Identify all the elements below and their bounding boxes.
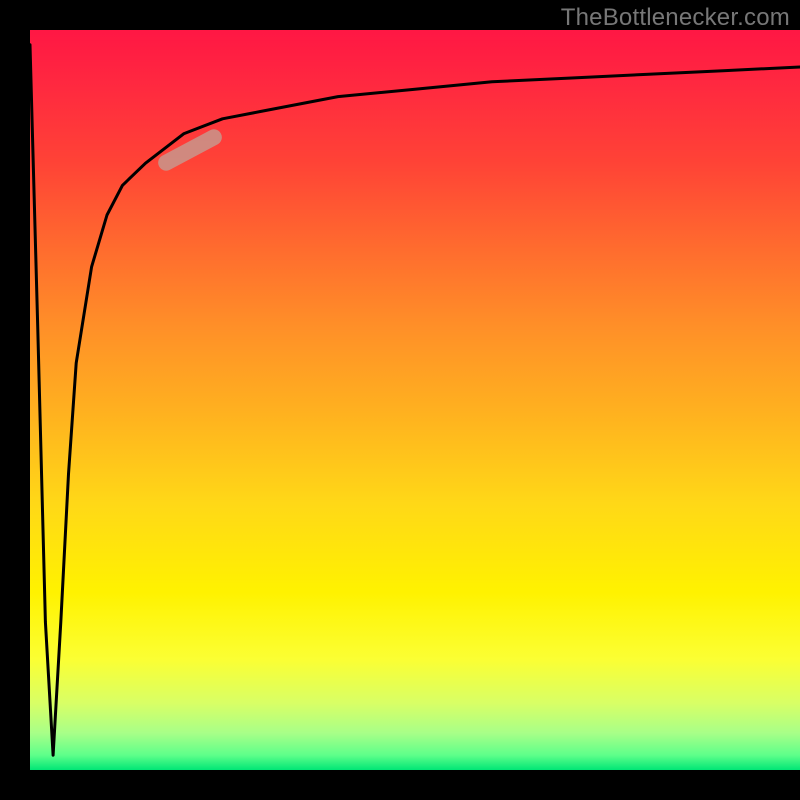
plot-area [30,30,800,770]
bottleneck-curve [30,30,800,770]
attribution-text: TheBottlenecker.com [561,4,790,32]
chart-frame: TheBottlenecker.com [0,0,800,800]
